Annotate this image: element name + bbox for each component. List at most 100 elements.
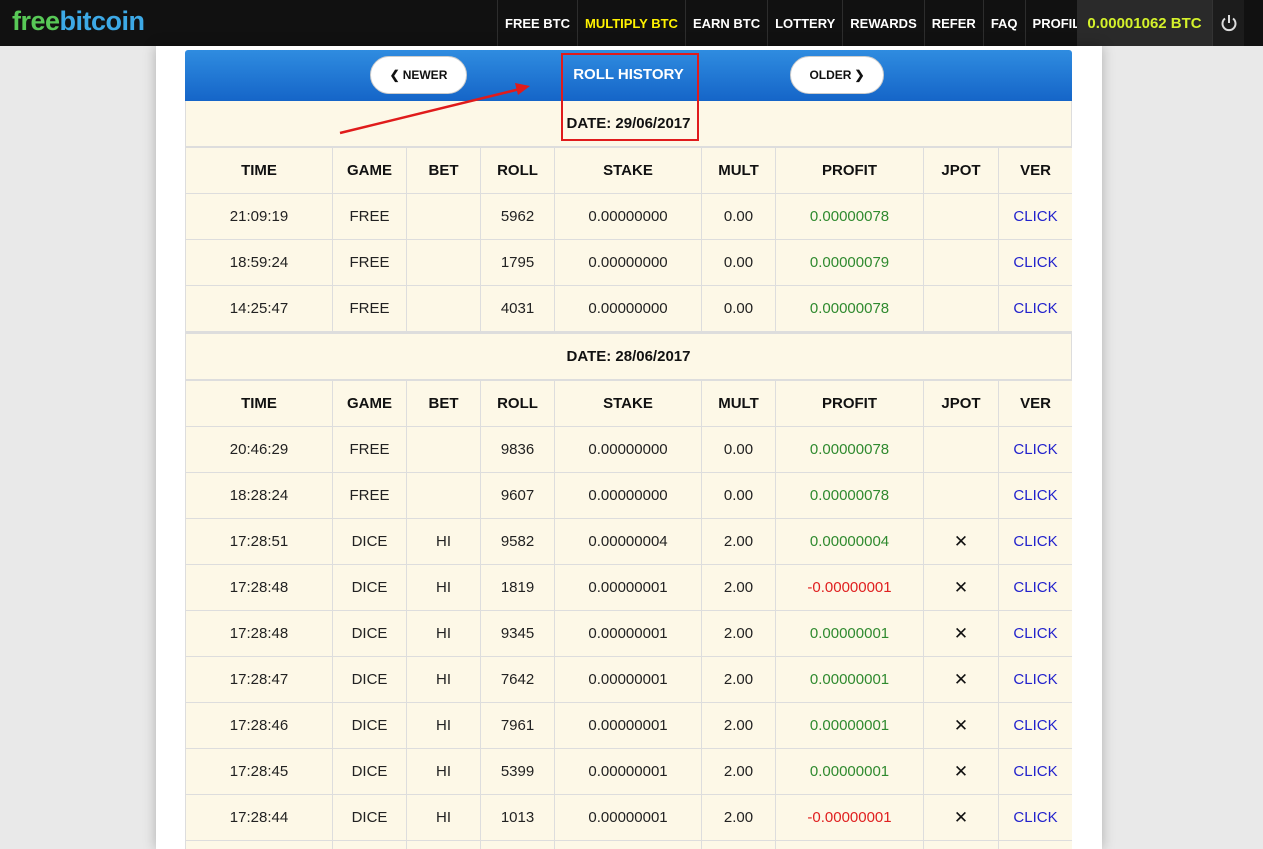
- cell-mult: 2.00: [701, 748, 776, 795]
- cell-time: 18:59:24: [185, 239, 333, 286]
- verify-click-link[interactable]: CLICK: [998, 426, 1072, 473]
- verify-click-link[interactable]: CLICK: [998, 564, 1072, 611]
- cell-roll: 1013: [480, 794, 555, 841]
- cell-profit: 0.00000078: [775, 193, 924, 240]
- cell-profit: 0.00000078: [775, 472, 924, 519]
- cell-stake: 0.00000001: [554, 748, 702, 795]
- cell-profit: 0.00000078: [775, 426, 924, 473]
- nav-item-refer[interactable]: REFER: [923, 0, 983, 46]
- cell-mult: 0.00: [701, 472, 776, 519]
- table-row: 17:28:45 DICE HI 5399 0.00000001 2.00 0.000000…: [185, 748, 1072, 795]
- roll-table: TIME GAME BET ROLL STAKE MULT PROFIT JPOT VER 21:…: [185, 147, 1072, 332]
- jackpot-x-icon: ✕: [923, 794, 999, 841]
- verify-click-link[interactable]: CLICK: [998, 518, 1072, 565]
- verify-click-link[interactable]: CLICK: [998, 610, 1072, 657]
- cell-roll: 9607: [480, 472, 555, 519]
- cell-jpot: [923, 426, 999, 473]
- cell-time: [185, 840, 333, 849]
- cell-mult: 2.00: [701, 702, 776, 749]
- table-row: 17:28:44 DICE HI 1013 0.00000001 2.00 -0.00000…: [185, 794, 1072, 841]
- cell-stake: 0.00000000: [554, 426, 702, 473]
- cell-game: DICE: [332, 656, 407, 703]
- nav-item-earn-btc[interactable]: EARN BTC: [684, 0, 767, 46]
- column-header-profit: PROFIT: [775, 147, 924, 194]
- older-button-label: OLDER: [809, 68, 852, 82]
- verify-click-link[interactable]: CLICK: [998, 472, 1072, 519]
- cell-game: FREE: [332, 472, 407, 519]
- top-navbar: freebitcoin FREE BTC MULTIPLY BTC EARN BTC…: [0, 0, 1263, 46]
- verify-click-link[interactable]: CLICK: [998, 285, 1072, 332]
- chevron-right-icon: ❯: [854, 68, 865, 82]
- verify-click-link[interactable]: CLICK: [998, 656, 1072, 703]
- jackpot-x-icon: ✕: [923, 564, 999, 611]
- verify-click-link[interactable]: CLICK: [998, 748, 1072, 795]
- roll-table: TIME GAME BET ROLL STAKE MULT PROFIT JPOT VER 20:…: [185, 380, 1072, 849]
- cell-stake: 0.00000004: [554, 518, 702, 565]
- cell-time: 18:28:24: [185, 472, 333, 519]
- column-header-stake: STAKE: [554, 147, 702, 194]
- column-header-game: GAME: [332, 380, 407, 427]
- site-logo[interactable]: freebitcoin: [12, 6, 145, 37]
- cell-game: FREE: [332, 193, 407, 240]
- cell-roll: 7642: [480, 656, 555, 703]
- cell-time: 17:28:46: [185, 702, 333, 749]
- logout-power-icon[interactable]: [1212, 0, 1244, 46]
- cell-time: 17:28:44: [185, 794, 333, 841]
- verify-click-link[interactable]: CLICK: [998, 702, 1072, 749]
- roll-history: ❮ NEWER ROLL HISTORY OLDER ❯ DATE: 29/06…: [185, 50, 1072, 849]
- cell-bet: [406, 239, 481, 286]
- cell-mult: 0.00: [701, 426, 776, 473]
- cell-profit: 0.00000001: [775, 748, 924, 795]
- nav-item-multiply-btc[interactable]: MULTIPLY BTC: [577, 0, 685, 46]
- jackpot-x-icon: ✕: [923, 702, 999, 749]
- cell-profit: 0.00000001: [775, 702, 924, 749]
- cell-time: 21:09:19: [185, 193, 333, 240]
- verify-click-link[interactable]: CLICK: [998, 193, 1072, 240]
- table-row: 17:28:47 DICE HI 7642 0.00000001 2.00 0.000000…: [185, 656, 1072, 703]
- cell-bet: [406, 285, 481, 332]
- logo-text-free: free: [12, 6, 60, 36]
- cell-mult: 2.00: [701, 794, 776, 841]
- table-header-row: TIME GAME BET ROLL STAKE MULT PROFIT JPOT VER: [185, 380, 1072, 427]
- nav-item-rewards[interactable]: REWARDS: [842, 0, 923, 46]
- verify-click-link[interactable]: CLICK: [998, 794, 1072, 841]
- cell-profit: 0.00000078: [775, 285, 924, 332]
- cell-stake: 0.00000000: [554, 239, 702, 286]
- cell-stake: 0.00000001: [554, 564, 702, 611]
- cell-bet: HI: [406, 518, 481, 565]
- table-row: 17:28:46 DICE HI 7961 0.00000001 2.00 0.000000…: [185, 702, 1072, 749]
- cell-bet: HI: [406, 656, 481, 703]
- balance-display: 0.00001062 BTC: [1077, 0, 1212, 46]
- logo-text-bitcoin: bitcoin: [59, 6, 146, 36]
- verify-click-link: [998, 840, 1072, 849]
- cell-bet: [406, 840, 481, 849]
- cell-mult: 0.00: [701, 285, 776, 332]
- column-header-roll: ROLL: [480, 147, 555, 194]
- cell-roll: 7961: [480, 702, 555, 749]
- cell-game: DICE: [332, 610, 407, 657]
- cell-game: DICE: [332, 748, 407, 795]
- cell-game: DICE: [332, 702, 407, 749]
- table-row: 18:28:24 FREE 9607 0.00000000 0.00 0.00000078…: [185, 472, 1072, 519]
- nav-item-free-btc[interactable]: FREE BTC: [497, 0, 577, 46]
- table-row: 21:09:19 FREE 5962 0.00000000 0.00 0.00000078…: [185, 193, 1072, 240]
- column-header-ver: VER: [998, 380, 1072, 427]
- cell-profit: -0.00000001: [775, 564, 924, 611]
- nav-item-lottery[interactable]: LOTTERY: [767, 0, 842, 46]
- cell-bet: [406, 426, 481, 473]
- cell-roll: 1795: [480, 239, 555, 286]
- cell-game: DICE: [332, 564, 407, 611]
- verify-click-link[interactable]: CLICK: [998, 239, 1072, 286]
- cell-roll: 9345: [480, 610, 555, 657]
- column-header-time: TIME: [185, 147, 333, 194]
- cell-stake: 0.00000001: [554, 656, 702, 703]
- cell-roll: [480, 840, 555, 849]
- column-header-mult: MULT: [701, 147, 776, 194]
- nav-item-faq[interactable]: FAQ: [982, 0, 1025, 46]
- cell-mult: 0.00: [701, 239, 776, 286]
- older-button[interactable]: OLDER ❯: [790, 56, 884, 94]
- column-header-profit: PROFIT: [775, 380, 924, 427]
- cell-profit: 0.00000004: [775, 518, 924, 565]
- cell-time: 20:46:29: [185, 426, 333, 473]
- annotation-arrow-icon: [339, 83, 530, 135]
